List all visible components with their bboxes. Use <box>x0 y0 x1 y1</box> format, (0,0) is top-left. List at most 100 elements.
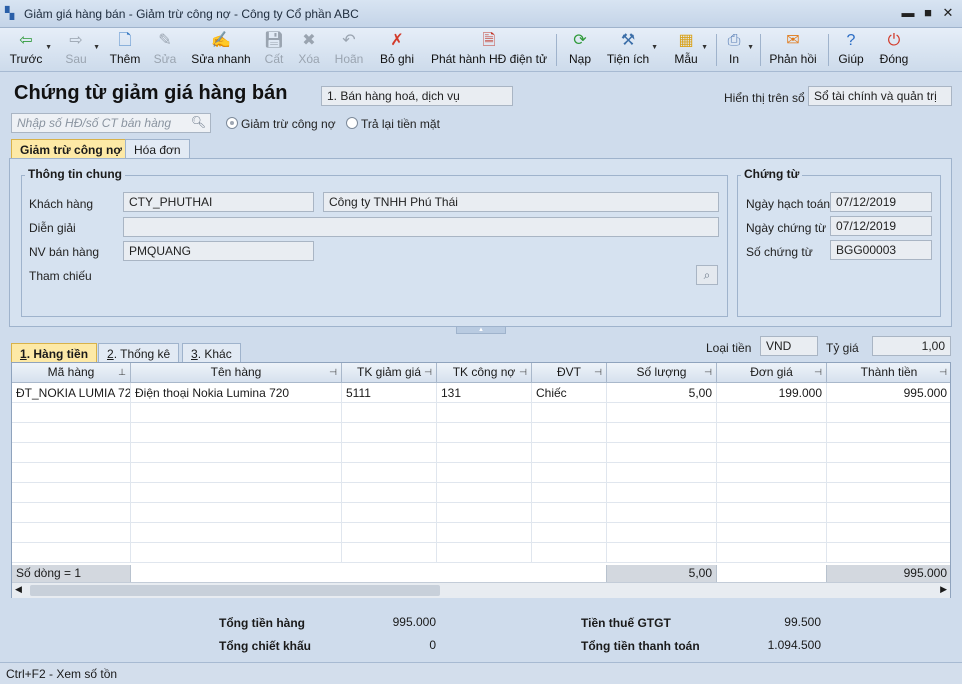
minimize-button[interactable]: ▬ <box>898 4 918 22</box>
undo-button[interactable]: ↶ Hoãn <box>332 30 366 70</box>
print-button[interactable]: ⎙ In ▼ <box>722 30 754 70</box>
pin-icon[interactable]: ⊣ <box>939 363 947 382</box>
chevron-down-icon[interactable]: ▼ <box>701 44 708 51</box>
scroll-left-icon[interactable]: ◀ <box>15 584 22 595</box>
cell-item-code[interactable]: ĐT_NOKIA LUMIA 72 <box>12 383 131 403</box>
tab-debt-reduction[interactable]: Giảm trừ công nợ <box>11 139 131 159</box>
pin-icon[interactable]: ⊥ <box>118 363 126 382</box>
maximize-button[interactable]: ■ <box>918 4 938 22</box>
sales-staff-label: NV bán hàng <box>29 245 100 259</box>
cell-quantity[interactable]: 5,00 <box>607 383 717 403</box>
customer-code-field[interactable]: CTY_PHUTHAI <box>123 192 314 212</box>
delete-icon: ✖ <box>302 32 316 49</box>
einvoice-icon: 🗎 <box>482 32 496 49</box>
pin-icon[interactable]: ⊣ <box>594 363 602 382</box>
doc-no-field[interactable]: BGG00003 <box>830 240 932 260</box>
chevron-down-icon[interactable]: ▼ <box>651 44 658 51</box>
display-on-label: Hiển thị trên sổ <box>724 91 805 105</box>
help-button[interactable]: ? Giúp <box>836 30 866 70</box>
delete-button[interactable]: ✖ Xóa <box>296 30 322 70</box>
column-header-unit-price[interactable]: Đơn giá ⊣ <box>717 363 827 383</box>
template-button[interactable]: ▦ Mẫu ▼ <box>672 30 708 70</box>
scroll-right-icon[interactable]: ▶ <box>940 584 947 595</box>
total-payment-value: 1.094.500 <box>767 638 821 652</box>
option-debt-reduction-radio[interactable] <box>226 117 238 129</box>
app-icon: ▚ <box>5 6 15 20</box>
chevron-down-icon[interactable]: ▼ <box>747 44 754 51</box>
new-document-icon: 🗋 <box>118 32 132 49</box>
pin-icon[interactable]: ⊣ <box>704 363 712 382</box>
close-button[interactable]: ⏻ Đóng <box>876 30 912 70</box>
add-button[interactable]: 🗋 Thêm <box>108 30 142 70</box>
pin-icon[interactable]: ⊣ <box>814 363 822 382</box>
option-cash-refund-radio[interactable] <box>346 117 358 129</box>
quick-edit-icon: ✍ <box>211 32 231 49</box>
power-icon: ⏻ <box>887 32 901 49</box>
next-button[interactable]: ⇨ Sau ▼ <box>60 30 100 70</box>
unpost-button[interactable]: ✗ Bỏ ghi <box>378 30 416 70</box>
tab-goods-amount[interactable]: 1. Hàng tiền <box>11 343 98 363</box>
invoice-search-input[interactable]: Nhập số HĐ/số CT bán hàng 🔍︎ <box>11 113 211 133</box>
close-window-button[interactable]: ✕ <box>938 4 958 22</box>
vat-value: 99.500 <box>784 615 821 629</box>
undo-icon: ↶ <box>342 32 356 49</box>
window-title: Giảm giá hàng bán - Giảm trừ công nợ - C… <box>24 7 359 21</box>
pin-icon[interactable]: ⊣ <box>519 363 527 382</box>
description-field[interactable] <box>123 217 719 237</box>
reference-lookup-icon[interactable]: ⌕ <box>696 265 718 285</box>
quick-edit-button[interactable]: ✍ Sửa nhanh <box>190 30 252 70</box>
voucher-type-select[interactable]: 1. Bán hàng hoá, dịch vụ <box>321 86 513 106</box>
cell-item-name[interactable]: Điện thoại Nokia Lumina 720 <box>131 383 342 403</box>
feedback-button[interactable]: ✉ Phản hồi <box>768 30 818 70</box>
load-button[interactable]: ⟳ Nạp <box>566 30 594 70</box>
description-label: Diễn giải <box>29 221 76 235</box>
edit-button[interactable]: ✎ Sửa <box>150 30 180 70</box>
cell-tk-discount[interactable]: 5111 <box>342 383 437 403</box>
column-header-item-code[interactable]: Mã hàng ⊥ <box>12 363 131 383</box>
horizontal-scrollbar[interactable]: ◀ ▶ <box>12 582 950 598</box>
tab-other[interactable]: 3. Khác <box>182 343 241 363</box>
utilities-button[interactable]: ⚒ Tiện ích ▼ <box>606 30 658 70</box>
envelope-icon: ✉ <box>786 32 800 49</box>
total-goods-label: Tổng tiền hàng <box>219 616 305 630</box>
customer-name-field[interactable]: Công ty TNHH Phú Thái <box>323 192 719 212</box>
chevron-down-icon[interactable]: ▼ <box>93 44 100 51</box>
cell-tk-debt[interactable]: 131 <box>437 383 532 403</box>
chevron-down-icon[interactable]: ▼ <box>45 44 52 51</box>
total-payment-label: Tổng tiền thanh toán <box>581 639 700 653</box>
save-button[interactable]: 💾︎ Cất <box>262 30 286 70</box>
column-header-tk-debt[interactable]: TK công nợ ⊣ <box>437 363 532 383</box>
cell-unit[interactable]: Chiếc <box>532 383 607 403</box>
footer-price-spacer <box>717 565 827 582</box>
column-header-item-name[interactable]: Tên hàng ⊣ <box>131 363 342 383</box>
footer-spacer <box>131 565 607 582</box>
column-header-unit[interactable]: ĐVT ⊣ <box>532 363 607 383</box>
currency-select[interactable]: VND <box>760 336 818 356</box>
title-bar: ▚ Giảm giá hàng bán - Giảm trừ công nợ -… <box>0 0 962 28</box>
cell-unit-price[interactable]: 199.000 <box>717 383 827 403</box>
prev-button[interactable]: ⇦ Trước ▼ <box>8 30 52 70</box>
exchange-rate-field[interactable]: 1,00 <box>872 336 951 356</box>
general-info-title: Thông tin chung <box>25 167 125 181</box>
doc-date-field[interactable]: 07/12/2019 <box>830 216 932 236</box>
post-date-field[interactable]: 07/12/2019 <box>830 192 932 212</box>
tab-invoice[interactable]: Hóa đơn <box>125 139 190 159</box>
reference-label: Tham chiếu <box>29 269 92 283</box>
column-header-quantity[interactable]: Số lượng ⊣ <box>607 363 717 383</box>
pin-icon[interactable]: ⊣ <box>329 363 337 382</box>
column-header-amount[interactable]: Thành tiền ⊣ <box>827 363 950 383</box>
help-icon: ? <box>846 32 856 49</box>
toolbar: ⇦ Trước ▼ ⇨ Sau ▼ 🗋 Thêm ✎ Sửa ✍ Sửa nhanh 💾︎ Cấ… <box>0 28 962 72</box>
issue-einvoice-button[interactable]: 🗎 Phát hành HĐ điện tử <box>430 30 548 70</box>
scrollbar-thumb[interactable] <box>30 585 440 596</box>
sales-staff-field[interactable]: PMQUANG <box>123 241 314 261</box>
total-discount-label: Tổng chiết khấu <box>219 639 312 653</box>
cell-amount[interactable]: 995.000 <box>827 383 950 403</box>
voucher-title: Chứng từ <box>741 167 803 181</box>
tab-statistics[interactable]: 2. Thống kê <box>98 343 180 363</box>
search-icon[interactable]: 🔍︎ <box>191 115 206 129</box>
column-header-tk-discount[interactable]: TK giảm giá ⊣ <box>342 363 437 383</box>
display-on-select[interactable]: Sổ tài chính và quản trị <box>808 86 952 106</box>
pin-icon[interactable]: ⊣ <box>424 363 432 382</box>
collapse-panel-handle[interactable]: ▲ <box>456 326 506 334</box>
